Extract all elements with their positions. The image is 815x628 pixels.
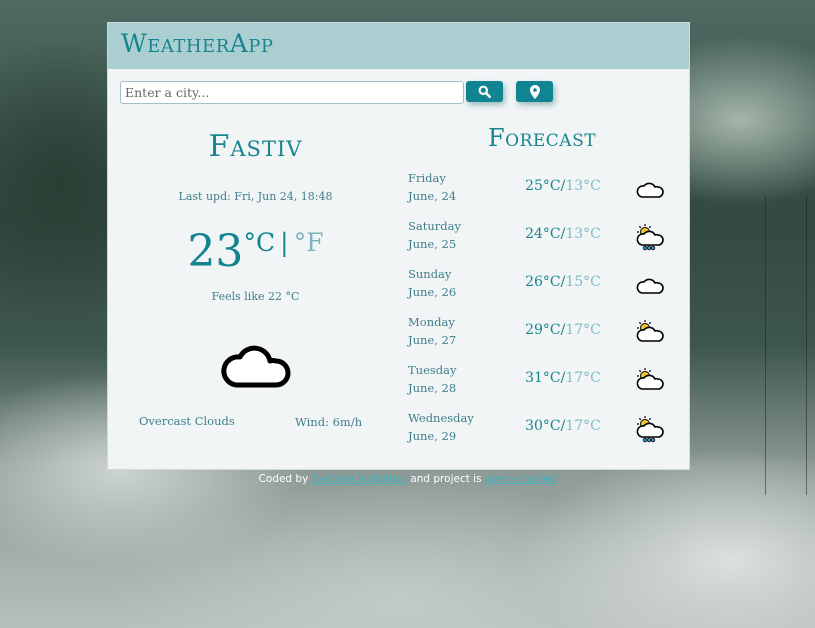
location-pin-icon xyxy=(529,84,540,99)
sun-cloud-icon xyxy=(636,319,664,345)
forecast-day: Friday xyxy=(408,171,446,185)
cloud-icon xyxy=(218,339,292,393)
forecast-max: 25°C xyxy=(525,178,561,194)
forecast-row: Friday June, 24 25°C/13°C xyxy=(408,171,688,219)
search-button[interactable] xyxy=(466,81,503,102)
forecast-list: Friday June, 24 25°C/13°C Saturday June,… xyxy=(408,171,688,459)
search-icon xyxy=(478,85,491,98)
forecast-day: Wednesday xyxy=(408,411,474,425)
forecast-temp: 29°C/17°C xyxy=(508,322,618,338)
forecast-max: 26°C xyxy=(525,274,561,290)
forecast-min: 17°C xyxy=(565,418,601,434)
sun-cloud-icon xyxy=(636,367,664,393)
sun-cloud-rain-icon xyxy=(636,223,664,251)
celsius-toggle[interactable]: °C xyxy=(243,228,275,257)
last-updated: Last upd: Fri, Jun 24, 18:48 xyxy=(178,190,333,203)
sun-cloud-rain-icon xyxy=(636,415,664,443)
forecast-row: Wednesday June, 29 30°C/17°C xyxy=(408,411,688,459)
forecast-row: Monday June, 27 29°C/17°C xyxy=(408,315,688,363)
forecast-min: 13°C xyxy=(565,178,601,194)
forecast-temp: 25°C/13°C xyxy=(508,178,618,194)
feels-like: Feels like 22 °C xyxy=(211,290,300,303)
app-title: WeatherApp xyxy=(121,29,274,58)
author-link[interactable]: Svitlana Volkotrub xyxy=(312,473,407,485)
city-name: Fastiv xyxy=(208,129,303,164)
city-search-input[interactable] xyxy=(120,81,464,104)
weather-card: WeatherApp Fastiv Last upd: Fri, Jun 24,… xyxy=(107,22,690,470)
background-power-tower xyxy=(765,195,807,495)
footer: Coded by Svitlana Volkotrub and project … xyxy=(0,473,815,485)
forecast-day: Monday xyxy=(408,315,455,329)
cloud-icon xyxy=(636,271,664,297)
forecast-day: Tuesday xyxy=(408,363,457,377)
forecast-row: Tuesday June, 28 31°C/17°C xyxy=(408,363,688,411)
forecast-min: 15°C xyxy=(565,274,601,290)
source-link[interactable]: open-sourced xyxy=(485,473,557,485)
forecast-temp: 30°C/17°C xyxy=(508,418,618,434)
forecast-temp: 31°C/17°C xyxy=(508,370,618,386)
forecast-row: Saturday June, 25 24°C/13°C xyxy=(408,219,688,267)
unit-separator: | xyxy=(280,228,289,257)
forecast-day: Sunday xyxy=(408,267,452,281)
forecast-temp: 24°C/13°C xyxy=(508,226,618,242)
footer-prefix: Coded by xyxy=(258,473,309,485)
forecast-max: 29°C xyxy=(525,322,561,338)
forecast-date: June, 26 xyxy=(408,285,457,299)
footer-middle: and project is xyxy=(410,473,482,485)
forecast-row: Sunday June, 26 26°C/15°C xyxy=(408,267,688,315)
forecast-max: 31°C xyxy=(525,370,561,386)
forecast-date: June, 27 xyxy=(408,333,457,347)
forecast-date: June, 25 xyxy=(408,237,457,251)
forecast-title: Forecast xyxy=(488,124,597,152)
app-header: WeatherApp xyxy=(108,23,689,69)
forecast-temp: 26°C/15°C xyxy=(508,274,618,290)
forecast-min: 13°C xyxy=(565,226,601,242)
wind-speed: Wind: 6m/h xyxy=(295,415,363,429)
forecast-date: June, 29 xyxy=(408,429,457,443)
forecast-max: 24°C xyxy=(525,226,561,242)
temperature-value: 23 xyxy=(187,226,244,277)
forecast-day: Saturday xyxy=(408,219,461,233)
forecast-max: 30°C xyxy=(525,418,561,434)
cloud-icon xyxy=(636,175,664,201)
forecast-min: 17°C xyxy=(565,322,601,338)
current-temperature: 23°C | °F xyxy=(108,225,403,279)
forecast-min: 17°C xyxy=(565,370,601,386)
fahrenheit-toggle[interactable]: °F xyxy=(294,228,324,257)
forecast-date: June, 28 xyxy=(408,381,457,395)
forecast-date: June, 24 xyxy=(408,189,457,203)
current-location-button[interactable] xyxy=(516,81,553,102)
weather-description: Overcast Clouds xyxy=(139,414,235,428)
